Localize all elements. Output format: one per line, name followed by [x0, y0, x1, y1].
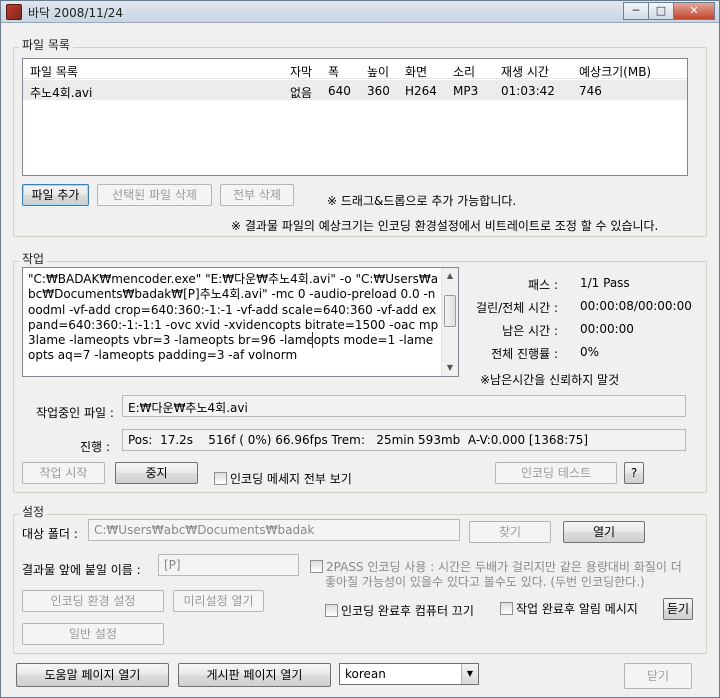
checkbox-icon[interactable] — [500, 602, 513, 615]
start-job-button[interactable]: 작업 시작 — [22, 462, 105, 484]
add-file-button[interactable]: 파일 추가 — [22, 184, 89, 206]
remaining-warning: ※남은시간을 신뢰하지 말것 — [480, 373, 620, 387]
text-cursor-icon — [312, 332, 313, 348]
elapsed-label: 걸린/전체 시간 : — [476, 301, 558, 315]
language-select[interactable]: korean ▼ — [339, 663, 479, 685]
help-page-button[interactable]: 도움말 페이지 열기 — [16, 663, 169, 687]
cell-duration: 01:03:42 — [501, 84, 555, 98]
help-button[interactable]: ? — [624, 462, 644, 484]
listen-button[interactable]: 듣기 — [663, 598, 693, 620]
total-progress-label: 전체 진행률 : — [491, 347, 558, 361]
encode-test-button[interactable]: 인코딩 테스트 — [495, 462, 617, 484]
drag-drop-note: ※ 드래그&드롭으로 추가 가능합니다. — [327, 194, 517, 208]
main-window: 바닥 2008/11/24 ─ □ ✕ 파일 목록 파일 목록 자막 폭 높이 … — [0, 0, 720, 698]
close-button[interactable]: 닫기 — [624, 663, 692, 689]
cell-filename: 추노4회.avi — [30, 86, 93, 100]
elapsed-value: 00:00:08/00:00:00 — [580, 299, 692, 313]
job-section-title: 작업 — [19, 250, 48, 267]
show-all-messages-checkbox[interactable]: 인코딩 메세지 전부 보기 — [214, 470, 352, 487]
cell-height: 360 — [367, 84, 390, 98]
shutdown-after-label: 인코딩 완료후 컴퓨터 끄기 — [341, 604, 474, 618]
remove-all-button[interactable]: 전부 삭제 — [220, 184, 294, 206]
maximize-button[interactable]: □ — [648, 2, 674, 20]
command-textbox[interactable]: "C:₩BADAK₩mencoder.exe" "E:₩다운₩추노4회.avi"… — [22, 267, 459, 377]
browse-button[interactable]: 찾기 — [469, 521, 551, 543]
column-header[interactable]: 파일 목록 — [30, 63, 78, 80]
notify-after-label: 작업 완료후 알림 메시지 — [516, 602, 638, 616]
close-window-button[interactable]: ✕ — [673, 2, 715, 20]
size-note: ※ 결과물 파일의 예상크기는 인코딩 환경설정에서 비트레이트로 조정 할 수… — [231, 219, 659, 233]
file-list-section-title: 파일 목록 — [19, 36, 73, 53]
file-list-header: 파일 목록 자막 폭 높이 화면 소리 재생 시간 예상크기(MB) — [23, 59, 687, 79]
pass-label: 패스 : — [528, 278, 558, 292]
column-header[interactable]: 폭 — [328, 63, 339, 80]
scroll-down-icon[interactable]: ▼ — [442, 360, 458, 376]
column-header[interactable]: 자막 — [290, 63, 312, 80]
current-file-field: E:₩다운₩추노4회.avi — [122, 395, 686, 417]
remaining-label: 남은 시간 : — [502, 324, 558, 338]
target-folder-label: 대상 폴더 : — [22, 527, 78, 541]
checkbox-icon[interactable] — [325, 604, 338, 617]
checkbox-icon[interactable] — [214, 472, 227, 485]
file-list-view[interactable]: 파일 목록 자막 폭 높이 화면 소리 재생 시간 예상크기(MB) 추노4회.… — [22, 58, 688, 176]
language-value: korean — [345, 667, 386, 681]
cell-subtitle: 없음 — [290, 86, 313, 100]
current-file-label: 작업중인 파일 : — [36, 406, 114, 420]
encode-settings-button[interactable]: 인코딩 환경 설정 — [22, 590, 164, 612]
notify-after-checkbox[interactable]: 작업 완료후 알림 메시지 — [500, 600, 638, 617]
twopass-label-line2: 좋아질 가능성이 있을수 있다고 볼수도 있다. (두번 인코딩한다.) — [325, 575, 645, 589]
table-row[interactable]: 추노4회.avi 없음 640 360 H264 MP3 01:03:42 74… — [23, 80, 687, 100]
prefix-label: 결과물 앞에 붙일 이름 : — [22, 563, 141, 577]
total-progress-value: 0% — [580, 345, 600, 359]
progress-label: 진행 : — [80, 440, 110, 454]
window-title: 바닥 2008/11/24 — [28, 6, 124, 20]
remove-selected-button[interactable]: 선택된 파일 삭제 — [97, 184, 212, 206]
column-header[interactable]: 재생 시간 — [501, 63, 549, 80]
prefix-field[interactable]: [P] — [158, 554, 299, 576]
cell-video: H264 — [405, 84, 437, 98]
progress-field: Pos: 17.2s 516f ( 0%) 66.96fps Trem: 25m… — [122, 429, 686, 451]
cell-size: 746 — [579, 84, 602, 98]
app-icon — [6, 4, 22, 20]
show-all-messages-label: 인코딩 메세지 전부 보기 — [230, 472, 352, 486]
cell-audio: MP3 — [453, 84, 479, 98]
title-bar[interactable]: 바닥 2008/11/24 ─ □ ✕ — [1, 1, 719, 23]
column-header[interactable]: 높이 — [367, 63, 389, 80]
column-header[interactable]: 화면 — [405, 63, 427, 80]
column-header[interactable]: 소리 — [453, 63, 475, 80]
stop-button[interactable]: 중지 — [115, 462, 198, 484]
preset-open-button[interactable]: 미리설정 열기 — [173, 590, 264, 612]
open-folder-button[interactable]: 열기 — [563, 521, 645, 543]
general-settings-button[interactable]: 일반 설정 — [22, 623, 164, 645]
column-header[interactable]: 예상크기(MB) — [579, 63, 651, 80]
target-folder-field[interactable]: C:₩Users₩abc₩Documents₩badak — [88, 519, 460, 541]
cell-width: 640 — [328, 84, 351, 98]
command-text: "C:₩BADAK₩mencoder.exe" "E:₩다운₩추노4회.avi"… — [28, 272, 439, 363]
settings-section-title: 설정 — [19, 503, 48, 520]
minimize-button[interactable]: ─ — [623, 2, 649, 20]
chevron-down-icon[interactable]: ▼ — [461, 664, 478, 684]
board-page-button[interactable]: 게시판 페이지 열기 — [178, 663, 331, 687]
pass-value: 1/1 Pass — [580, 276, 630, 290]
checkbox-icon[interactable] — [310, 560, 323, 573]
remaining-value: 00:00:00 — [580, 322, 634, 336]
shutdown-after-checkbox[interactable]: 인코딩 완료후 컴퓨터 끄기 — [325, 602, 474, 619]
